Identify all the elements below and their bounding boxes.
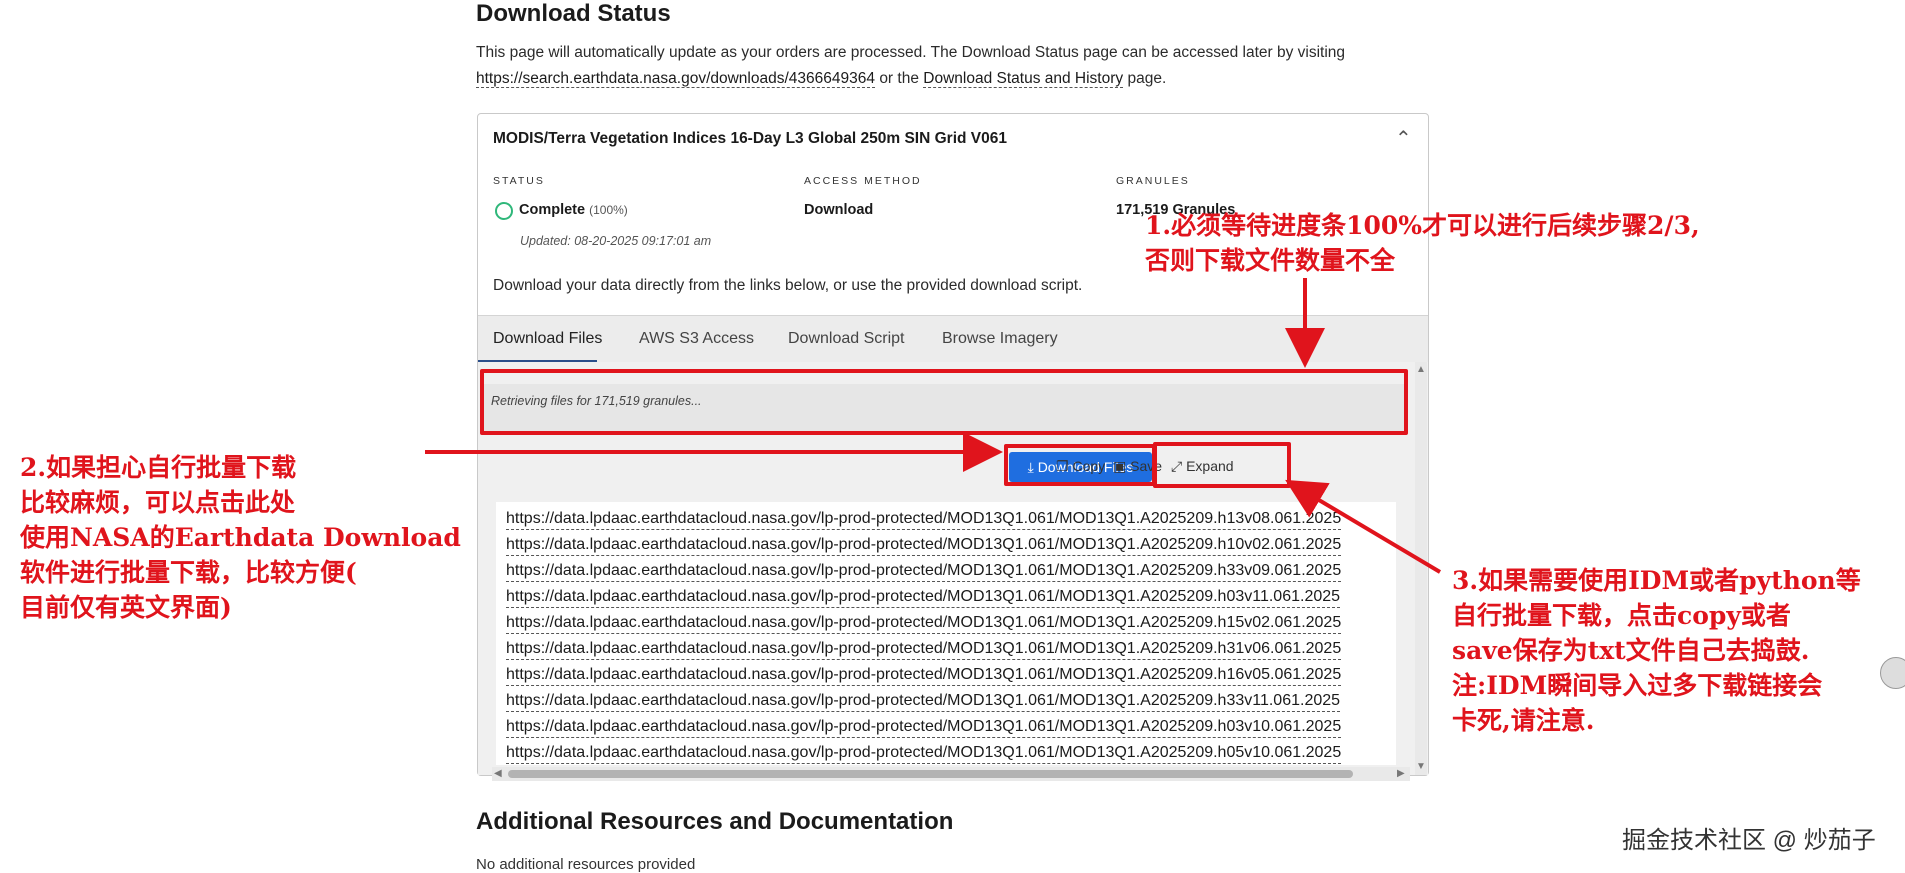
note2-line: 使用NASA的Earthdata Download <box>20 523 461 552</box>
note2-line: 比较麻烦，可以点击此处 <box>20 488 296 517</box>
note2-line: 目前仅有英文界面) <box>20 593 232 622</box>
note2-line: 软件进行批量下载，比较方便( <box>20 558 357 587</box>
annotation-note-1: 1.必须等待进度条100%才可以进行后续步骤2/3, 否则下载文件数量不全 <box>1145 208 1700 278</box>
note3-line: 3.如果需要使用IDM或者python等 <box>1452 566 1861 595</box>
annotation-arrows <box>425 278 1442 574</box>
arrow-note3 <box>1285 479 1442 574</box>
note1-line: 否则下载文件数量不全 <box>1145 246 1396 275</box>
note2-line: 2.如果担心自行批量下载 <box>20 453 297 482</box>
note3-line: save保存为txt文件自己去捣鼓. <box>1452 636 1810 665</box>
annotation-note-3: 3.如果需要使用IDM或者python等 自行批量下载，点击copy或者 sav… <box>1452 563 1861 738</box>
note3-line: 卡死,请注意. <box>1452 706 1595 735</box>
note3-line: 注:IDM瞬间导入过多下载链接会 <box>1452 671 1823 700</box>
note1-line: 1.必须等待进度条100%才可以进行后续步骤2/3, <box>1145 211 1700 240</box>
annotation-note-2: 2.如果担心自行批量下载 比较麻烦，可以点击此处 使用NASA的Earthdat… <box>20 450 461 625</box>
avatar <box>1880 657 1905 689</box>
note3-line: 自行批量下载，点击copy或者 <box>1452 601 1791 630</box>
watermark-text: 掘金技术社区 @ 炒茄子 <box>1622 827 1876 854</box>
